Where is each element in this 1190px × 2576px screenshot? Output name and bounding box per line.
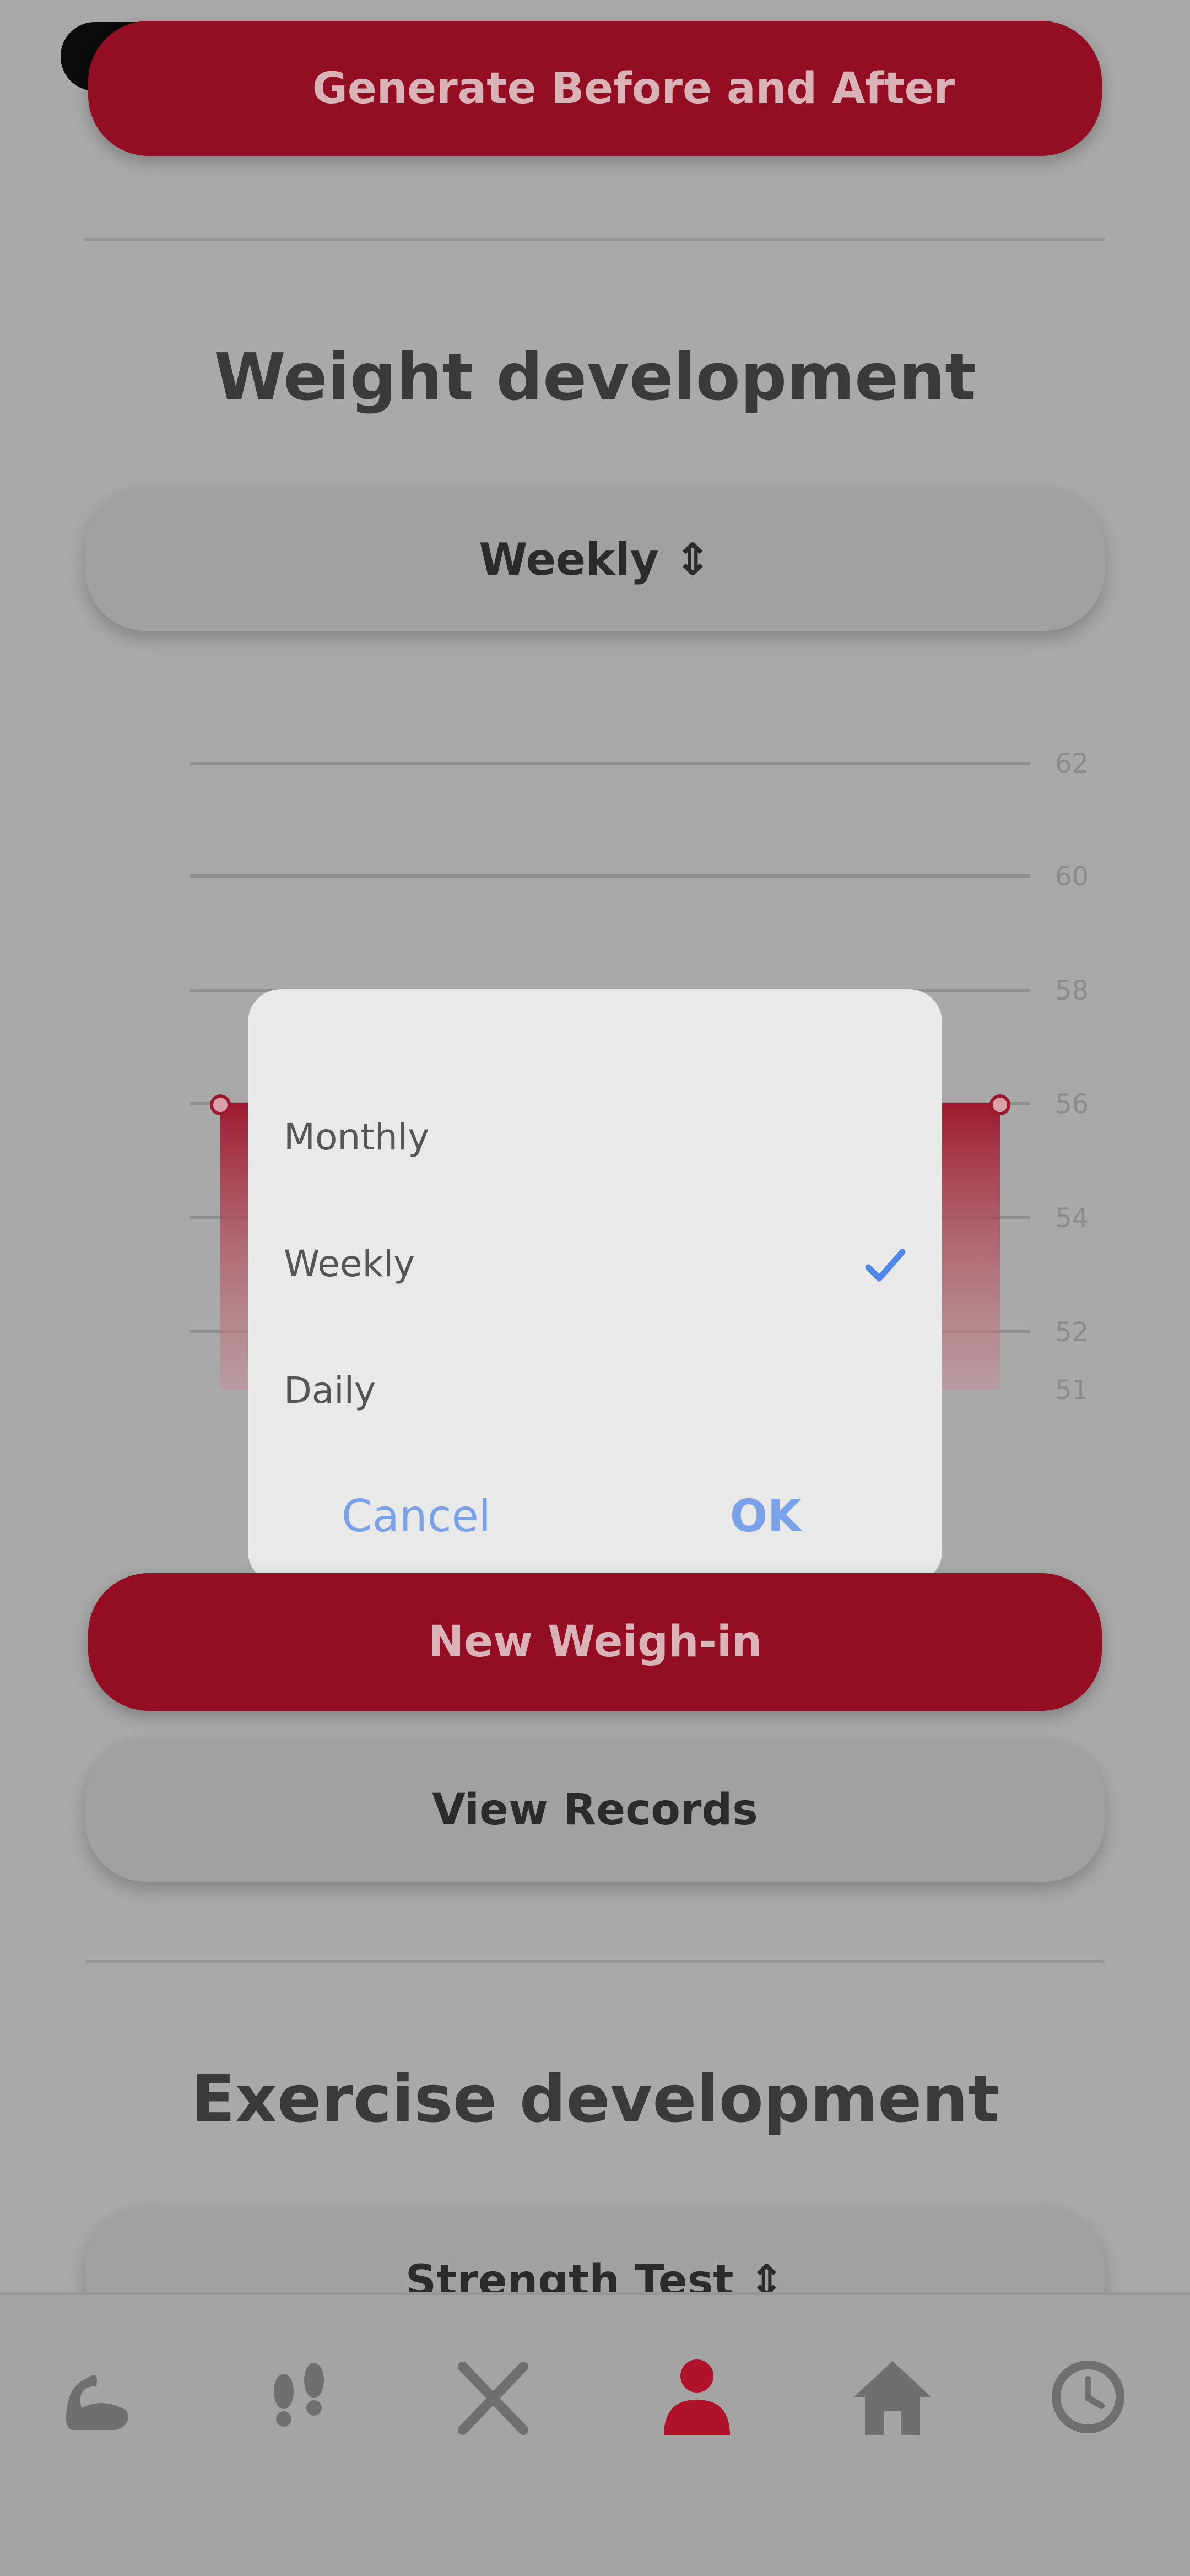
generate-before-after-label: Generate Before and After [312,63,955,114]
tab-nutrition[interactable] [449,2353,537,2441]
weight-development-title: Weight development [214,339,976,415]
weight-point[interactable] [210,1094,231,1116]
tab-history[interactable] [1044,2353,1132,2441]
grid-line [190,874,1030,878]
home-icon [854,2361,931,2435]
ok-button[interactable]: OK [730,1490,802,1542]
cancel-label: Cancel [342,1490,491,1542]
new-weigh-in-button[interactable]: New Weigh-in [88,1573,1102,1711]
generate-before-after-button[interactable]: Generate Before and After [88,21,1102,156]
period-selector-label: Weekly ⇕ [479,533,711,585]
tab-activity[interactable] [253,2353,342,2441]
option-weekly-label: Weekly [284,1243,415,1285]
ok-label: OK [730,1490,802,1542]
option-monthly-label: Monthly [284,1116,430,1158]
new-weigh-in-label: New Weigh-in [428,1617,762,1667]
cancel-button[interactable]: Cancel [342,1490,491,1542]
y-tick-label: 60 [1055,861,1089,892]
tab-profile[interactable] [653,2353,741,2441]
divider-top [85,238,1105,241]
weight-point[interactable] [989,1094,1010,1116]
y-tick-label: 51 [1055,1375,1089,1406]
arm-icon [66,2375,128,2430]
divider-middle [85,1960,1105,1963]
grid-line [190,762,1030,765]
y-tick-label: 56 [1055,1089,1089,1120]
checkmark-icon [865,1246,906,1285]
clock-icon [1052,2361,1124,2433]
person-icon [664,2359,730,2435]
footprints-icon [274,2363,324,2427]
y-tick-label: 62 [1055,748,1089,779]
y-tick-label: 54 [1055,1203,1089,1234]
view-records-button[interactable]: View Records [85,1738,1105,1882]
view-records-label: View Records [432,1785,758,1835]
bottom-tab-bar [0,2292,1190,2576]
exercise-development-title: Exercise development [191,2061,999,2137]
tab-workout[interactable] [55,2353,143,2441]
tab-home[interactable] [848,2353,937,2441]
y-tick-label: 52 [1055,1317,1089,1348]
option-weekly[interactable]: Weekly [284,1243,415,1285]
option-monthly[interactable]: Monthly [284,1116,429,1158]
y-tick-label: 58 [1055,975,1089,1006]
option-daily-label: Daily [284,1369,376,1412]
fork-knife-icon [458,2362,528,2435]
option-daily[interactable]: Daily [284,1369,376,1412]
period-selector-button[interactable]: Weekly ⇕ [85,488,1105,631]
